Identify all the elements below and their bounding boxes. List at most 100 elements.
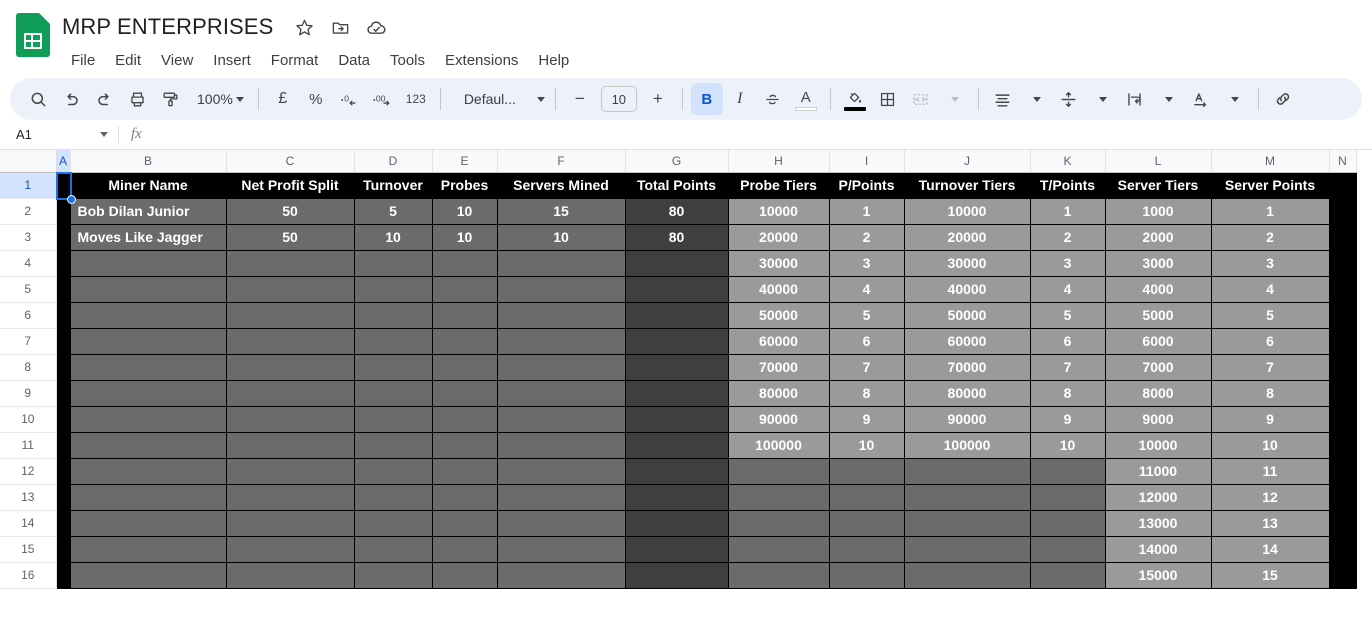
- data-cell[interactable]: [354, 250, 433, 277]
- data-cell[interactable]: 3: [1030, 250, 1106, 277]
- data-cell[interactable]: 1000: [1105, 198, 1212, 225]
- data-cell[interactable]: [625, 380, 729, 407]
- data-cell[interactable]: 10: [1211, 432, 1330, 459]
- data-cell[interactable]: 10: [1030, 432, 1106, 459]
- column-header-l[interactable]: L: [1105, 150, 1212, 173]
- data-cell[interactable]: [1030, 510, 1106, 537]
- data-cell[interactable]: [56, 276, 71, 303]
- data-cell[interactable]: [1329, 432, 1357, 459]
- data-cell[interactable]: 100000: [728, 432, 830, 459]
- data-cell[interactable]: [70, 354, 227, 381]
- select-all-corner[interactable]: [0, 150, 57, 173]
- data-cell[interactable]: 3: [1211, 250, 1330, 277]
- data-cell[interactable]: 5000: [1105, 302, 1212, 329]
- data-cell[interactable]: 13000: [1105, 510, 1212, 537]
- data-cell[interactable]: [226, 250, 355, 277]
- data-cell[interactable]: [56, 380, 71, 407]
- data-cell[interactable]: 80: [625, 198, 729, 225]
- data-cell[interactable]: 10: [497, 224, 626, 251]
- data-cell[interactable]: [625, 328, 729, 355]
- data-cell[interactable]: [56, 328, 71, 355]
- data-cell[interactable]: 10: [432, 198, 498, 225]
- data-cell[interactable]: 10000: [728, 198, 830, 225]
- currency-format-button[interactable]: £: [267, 83, 299, 115]
- column-title-cell[interactable]: Total Points: [625, 172, 729, 199]
- data-cell[interactable]: 11000: [1105, 458, 1212, 485]
- menu-view[interactable]: View: [152, 49, 202, 72]
- row-header-10[interactable]: 10: [0, 406, 57, 433]
- column-title-cell[interactable]: Servers Mined: [497, 172, 626, 199]
- data-cell[interactable]: [1329, 562, 1357, 589]
- data-cell[interactable]: [226, 380, 355, 407]
- data-cell[interactable]: [56, 250, 71, 277]
- data-cell[interactable]: [226, 432, 355, 459]
- data-cell[interactable]: 7000: [1105, 354, 1212, 381]
- column-title-cell[interactable]: Probe Tiers: [728, 172, 830, 199]
- print-icon[interactable]: [121, 83, 153, 115]
- data-cell[interactable]: [497, 406, 626, 433]
- column-title-cell[interactable]: Probes: [432, 172, 498, 199]
- data-cell[interactable]: 5: [354, 198, 433, 225]
- zoom-level-selector[interactable]: 100%: [187, 83, 250, 115]
- data-cell[interactable]: 7: [1211, 354, 1330, 381]
- data-cell[interactable]: [226, 458, 355, 485]
- menu-help[interactable]: Help: [529, 49, 578, 72]
- column-header-j[interactable]: J: [904, 150, 1031, 173]
- data-cell[interactable]: 40000: [728, 276, 830, 303]
- menu-extensions[interactable]: Extensions: [436, 49, 527, 72]
- row-header-1[interactable]: 1: [0, 172, 57, 199]
- data-cell[interactable]: 3000: [1105, 250, 1212, 277]
- row-header-11[interactable]: 11: [0, 432, 57, 459]
- data-cell[interactable]: [432, 484, 498, 511]
- data-cell[interactable]: 7: [1030, 354, 1106, 381]
- data-cell[interactable]: [56, 302, 71, 329]
- data-cell[interactable]: [1329, 354, 1357, 381]
- data-cell[interactable]: [432, 406, 498, 433]
- data-cell[interactable]: 10: [829, 432, 905, 459]
- data-cell[interactable]: [226, 406, 355, 433]
- data-cell[interactable]: 20000: [728, 224, 830, 251]
- data-cell[interactable]: [56, 406, 71, 433]
- data-cell[interactable]: [70, 406, 227, 433]
- data-cell[interactable]: [625, 406, 729, 433]
- data-cell[interactable]: 40000: [904, 276, 1031, 303]
- data-cell[interactable]: [354, 354, 433, 381]
- data-cell[interactable]: [226, 276, 355, 303]
- data-cell[interactable]: 9: [1211, 406, 1330, 433]
- data-cell[interactable]: [1329, 250, 1357, 277]
- data-cell[interactable]: 15000: [1105, 562, 1212, 589]
- data-cell[interactable]: [497, 276, 626, 303]
- data-cell[interactable]: [354, 302, 433, 329]
- data-cell[interactable]: [432, 380, 498, 407]
- data-cell[interactable]: 70000: [904, 354, 1031, 381]
- data-cell[interactable]: [354, 536, 433, 563]
- data-cell[interactable]: [226, 562, 355, 589]
- strikethrough-icon[interactable]: [757, 83, 789, 115]
- data-cell[interactable]: [56, 432, 71, 459]
- data-cell[interactable]: 6000: [1105, 328, 1212, 355]
- text-rotation-dropdown[interactable]: [1218, 83, 1250, 115]
- data-cell[interactable]: [354, 484, 433, 511]
- column-header-n[interactable]: N: [1329, 150, 1357, 173]
- data-cell[interactable]: 1: [829, 198, 905, 225]
- data-cell[interactable]: [1329, 328, 1357, 355]
- data-cell[interactable]: 2000: [1105, 224, 1212, 251]
- data-cell[interactable]: [432, 276, 498, 303]
- menu-tools[interactable]: Tools: [381, 49, 434, 72]
- data-cell[interactable]: [432, 510, 498, 537]
- data-cell[interactable]: 5: [1030, 302, 1106, 329]
- data-cell[interactable]: [56, 510, 71, 537]
- move-to-folder-icon[interactable]: [329, 16, 351, 38]
- data-cell[interactable]: [70, 484, 227, 511]
- data-cell[interactable]: [904, 536, 1031, 563]
- percent-format-button[interactable]: %: [300, 83, 332, 115]
- data-cell[interactable]: [70, 562, 227, 589]
- data-cell[interactable]: 5: [829, 302, 905, 329]
- data-cell[interactable]: [70, 328, 227, 355]
- data-cell[interactable]: [728, 536, 830, 563]
- data-cell[interactable]: [354, 328, 433, 355]
- redo-icon[interactable]: [88, 83, 120, 115]
- data-cell[interactable]: [432, 562, 498, 589]
- column-header-c[interactable]: C: [226, 150, 355, 173]
- data-cell[interactable]: 80000: [728, 380, 830, 407]
